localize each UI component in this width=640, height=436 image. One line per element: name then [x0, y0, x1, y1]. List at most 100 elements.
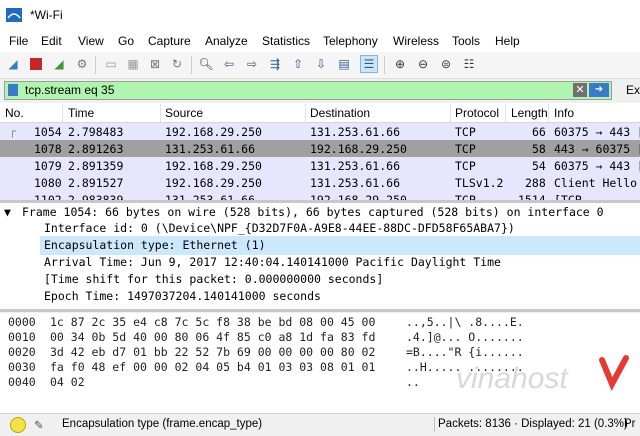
status-packet-count: Packets: 8136 · Displayed: 21 (0.3%): [438, 418, 628, 430]
colorize-icon[interactable]: ☰: [360, 55, 378, 73]
status-profile[interactable]: Pr: [624, 418, 636, 430]
options-icon[interactable]: ⚙: [74, 56, 90, 72]
byte-hex[interactable]: 00 34 0b 5d 40 00 80 06 4f 85 c0 a8 1d f…: [50, 330, 375, 344]
packet-row-selected[interactable]: 1078 2.891263 131.253.61.66 192.168.29.2…: [0, 140, 640, 157]
row-no: 1080: [34, 176, 62, 190]
row-no: 1078: [34, 142, 62, 156]
row-time: 2.798483: [68, 125, 124, 139]
menu-capture[interactable]: Capture: [148, 34, 191, 48]
zoom-in-icon[interactable]: ⊕: [392, 56, 408, 72]
detail-time-shift[interactable]: [Time shift for this packet: 0.000000000…: [44, 272, 383, 286]
wireshark-app-icon: [6, 8, 22, 22]
row-length: 288: [525, 176, 546, 190]
byte-hex[interactable]: fa f0 48 ef 00 00 02 04 05 b4 01 03 03 0…: [50, 360, 375, 374]
packet-row[interactable]: 1080 2.891527 192.168.29.250 131.253.61.…: [0, 174, 640, 191]
column-protocol[interactable]: Protocol: [455, 106, 499, 120]
menu-analyze[interactable]: Analyze: [205, 34, 248, 48]
byte-ascii[interactable]: .4.]@... O.......: [406, 330, 524, 344]
display-filter-input[interactable]: tcp.stream eq 35 ✕ ➜: [4, 81, 612, 100]
row-info: Client Hello: [554, 176, 638, 190]
packet-row[interactable]: 1079 2.891359 192.168.29.250 131.253.61.…: [0, 157, 640, 174]
byte-offset: 0000: [8, 315, 36, 329]
packet-row[interactable]: ┌ 1054 2.798483 192.168.29.250 131.253.6…: [0, 123, 640, 140]
toolbar-separator: [384, 56, 385, 74]
column-no[interactable]: No.: [5, 106, 24, 120]
restart-icon[interactable]: ◢: [51, 56, 67, 72]
menu-tools[interactable]: Tools: [452, 34, 480, 48]
zoom-out-icon[interactable]: ⊖: [415, 56, 431, 72]
expression-button[interactable]: Ex: [626, 83, 640, 97]
open-icon[interactable]: ▭: [103, 56, 119, 72]
detail-encapsulation-type[interactable]: Encapsulation type: Ethernet (1): [44, 238, 266, 252]
row-protocol: TCP: [455, 142, 476, 156]
detail-arrival-time[interactable]: Arrival Time: Jun 9, 2017 12:40:04.14014…: [44, 255, 501, 269]
column-divider: [505, 103, 506, 122]
status-field-info: Encapsulation type (frame.encap_type): [62, 418, 263, 430]
menu-go[interactable]: Go: [118, 34, 134, 48]
menu-file[interactable]: File: [9, 34, 28, 48]
byte-ascii[interactable]: ..,5..|\ .8....E.: [406, 315, 524, 329]
vinahost-watermark-logo: vinahost: [456, 355, 629, 395]
column-time[interactable]: Time: [68, 106, 94, 120]
byte-hex[interactable]: 04 02: [50, 375, 85, 389]
bookmark-icon[interactable]: [8, 84, 18, 96]
row-source: 192.168.29.250: [165, 159, 262, 173]
first-packet-icon[interactable]: ⇧: [290, 56, 306, 72]
clear-filter-icon[interactable]: ✕: [573, 83, 587, 97]
autoscroll-icon[interactable]: ▤: [336, 56, 352, 72]
byte-hex[interactable]: 1c 87 2c 35 e4 c8 7c 5c f8 38 be bd 08 0…: [50, 315, 375, 329]
row-info: 60375 → 443 [: [554, 125, 640, 139]
go-to-packet-icon[interactable]: ⇶: [267, 56, 283, 72]
column-length[interactable]: Length: [511, 106, 548, 120]
row-destination: 192.168.29.250: [310, 142, 407, 156]
row-length: 54: [532, 159, 546, 173]
menu-edit[interactable]: Edit: [41, 34, 62, 48]
forward-icon[interactable]: ⇨: [244, 56, 260, 72]
last-packet-icon[interactable]: ⇩: [313, 56, 329, 72]
byte-offset: 0030: [8, 360, 36, 374]
column-source[interactable]: Source: [165, 106, 203, 120]
back-icon[interactable]: ⇦: [221, 56, 237, 72]
row-time: 2.891263: [68, 142, 124, 156]
expert-info-icon[interactable]: [10, 417, 26, 433]
row-destination: 131.253.61.66: [310, 159, 401, 173]
resize-columns-icon[interactable]: ☷: [461, 56, 477, 72]
byte-offset: 0040: [8, 375, 36, 389]
menu-telephony[interactable]: Telephony: [323, 34, 378, 48]
detail-interface-id[interactable]: Interface id: 0 (\Device\NPF_{D32D7F0A-A…: [44, 221, 515, 235]
normal-size-icon[interactable]: ⊜: [438, 56, 454, 72]
display-filter-bar: tcp.stream eq 35 ✕ ➜ Ex: [0, 79, 640, 101]
filter-text[interactable]: tcp.stream eq 35: [25, 83, 114, 97]
row-source: 192.168.29.250: [165, 125, 262, 139]
row-no: 1079: [34, 159, 62, 173]
row-protocol: TCP: [455, 159, 476, 173]
row-length: 58: [532, 142, 546, 156]
shark-fin-start-icon[interactable]: ◢: [5, 56, 21, 72]
byte-ascii[interactable]: ..: [406, 375, 420, 389]
reload-icon[interactable]: ↻: [169, 56, 185, 72]
column-divider: [160, 103, 161, 122]
detail-epoch-time[interactable]: Epoch Time: 1497037204.140141000 seconds: [44, 289, 321, 303]
menu-view[interactable]: View: [78, 34, 104, 48]
byte-offset: 0010: [8, 330, 36, 344]
menu-wireless[interactable]: Wireless: [393, 34, 439, 48]
close-file-icon[interactable]: ⊠: [147, 56, 163, 72]
main-toolbar: ◢ ◢ ⚙ ▭ ▦ ⊠ ↻ 🔍︎ ⇦ ⇨ ⇶ ⇧ ⇩ ▤ ☰ ⊕ ⊖ ⊜ ☷: [0, 52, 640, 79]
row-no: 1054: [34, 125, 62, 139]
column-destination[interactable]: Destination: [310, 106, 370, 120]
save-icon[interactable]: ▦: [125, 56, 141, 72]
frame-summary[interactable]: Frame 1054: 66 bytes on wire (528 bits),…: [22, 205, 604, 219]
byte-offset: 0020: [8, 345, 36, 359]
edit-comment-icon[interactable]: ✎: [34, 418, 44, 432]
menu-help[interactable]: Help: [495, 34, 520, 48]
find-icon[interactable]: 🔍︎: [198, 56, 214, 72]
packet-list-header: No. Time Source Destination Protocol Len…: [0, 103, 640, 123]
toolbar-separator: [95, 56, 96, 74]
apply-filter-icon[interactable]: ➜: [589, 83, 609, 97]
collapse-arrow-icon[interactable]: ▼: [4, 205, 11, 219]
column-info[interactable]: Info: [554, 106, 574, 120]
byte-hex[interactable]: 3d 42 eb d7 01 bb 22 52 7b 69 00 00 00 0…: [50, 345, 375, 359]
stop-icon[interactable]: [28, 56, 44, 72]
pane-splitter[interactable]: [0, 309, 640, 312]
menu-statistics[interactable]: Statistics: [262, 34, 310, 48]
